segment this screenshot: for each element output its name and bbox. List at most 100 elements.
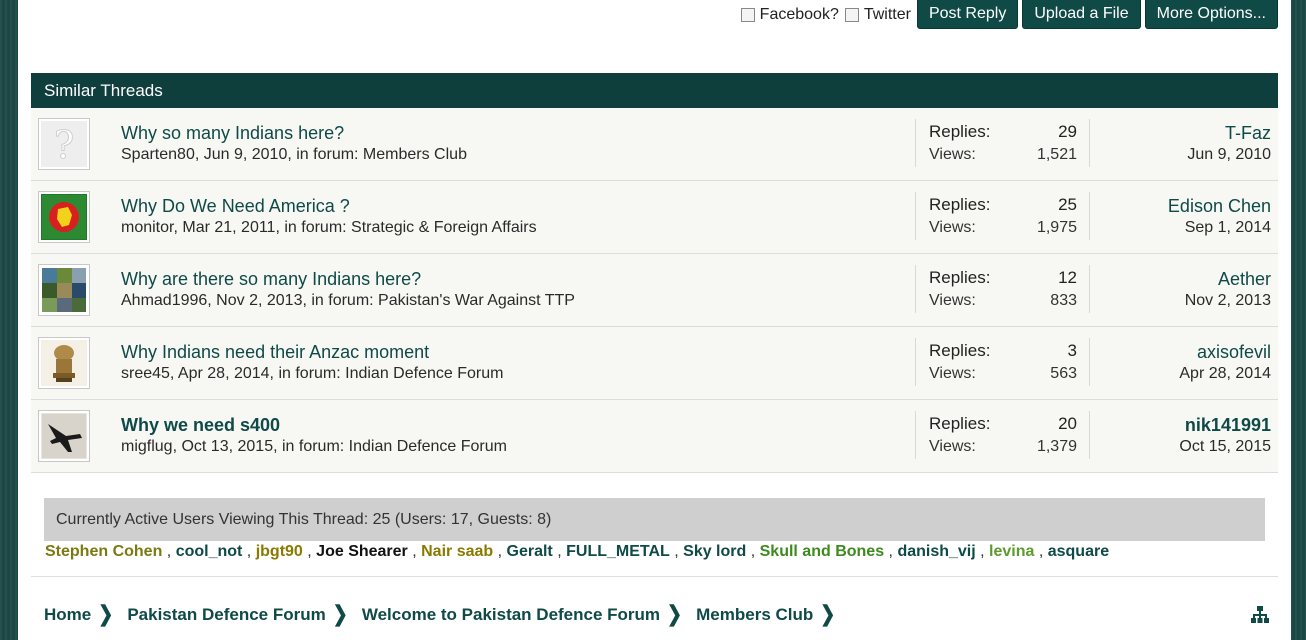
separator: , — [884, 543, 898, 560]
flag-icon — [42, 195, 86, 239]
thread-title-link[interactable]: Why Indians need their Anzac moment — [121, 342, 429, 363]
separator: , — [669, 543, 684, 560]
checkbox-box[interactable] — [740, 7, 755, 22]
views-count: 1,379 — [1036, 438, 1077, 455]
views-count: 833 — [1050, 292, 1077, 309]
separator: , — [302, 543, 317, 560]
views-label: Views: — [929, 365, 976, 382]
separator: , — [493, 543, 507, 560]
post-reply-button[interactable]: Post Reply — [916, 0, 1019, 29]
separator: , — [407, 543, 422, 560]
twitter-share-checkbox[interactable]: Twitter — [844, 6, 911, 24]
replies-count: 25 — [1058, 195, 1077, 214]
separator: , — [746, 543, 760, 560]
fighter-jet-icon — [42, 414, 86, 458]
collage-avatar[interactable] — [38, 264, 90, 316]
replies-count: 12 — [1058, 268, 1077, 287]
emblem-avatar[interactable] — [38, 337, 90, 389]
replies-label: Replies: — [929, 341, 991, 360]
last-post: axisofevil Apr 28, 2014 — [1179, 342, 1271, 383]
upload-file-button[interactable]: Upload a File — [1022, 0, 1141, 29]
more-options-button[interactable]: More Options... — [1144, 0, 1278, 29]
user-link[interactable]: Geralt — [507, 543, 553, 560]
last-post: Aether Nov 2, 2013 — [1185, 269, 1271, 310]
chevron-right-icon: ❯ — [820, 601, 836, 626]
checkbox-box[interactable] — [844, 7, 859, 22]
facebook-share-checkbox[interactable]: Facebook? — [740, 5, 839, 24]
thread-row: Why we need s400 migflug, Oct 13, 2015, … — [31, 400, 1278, 473]
last-post: T-Faz Jun 9, 2010 — [1187, 123, 1271, 164]
user-link[interactable]: Nair saab — [421, 543, 493, 560]
active-users-summary: Currently Active Users Viewing This Thre… — [44, 498, 1265, 541]
breadcrumb-members-club[interactable]: Members Club ❯ — [696, 601, 836, 626]
user-link[interactable]: FULL_METAL — [566, 543, 670, 560]
user-link[interactable]: jbgt90 — [256, 543, 303, 560]
last-post: nik141991 Oct 15, 2015 — [1179, 415, 1271, 456]
last-post-date[interactable]: Apr 28, 2014 — [1179, 365, 1271, 383]
user-link[interactable]: levina — [989, 543, 1034, 560]
thread-actions: Facebook? Twitter Post Reply Upload a Fi… — [740, 0, 1278, 29]
replies-label: Replies: — [929, 122, 991, 141]
user-link[interactable]: Stephen Cohen — [45, 543, 162, 560]
thread-meta: Ahmad1996, Nov 2, 2013, in forum: Pakist… — [121, 292, 575, 309]
chevron-right-icon: ❯ — [332, 601, 348, 626]
breadcrumb-label[interactable]: Home — [44, 605, 91, 625]
breadcrumb-welcome[interactable]: Welcome to Pakistan Defence Forum ❯ — [362, 602, 682, 626]
jet-avatar[interactable] — [38, 410, 90, 462]
separator: , — [975, 543, 990, 560]
facebook-label: Facebook? — [759, 5, 839, 23]
question-mark-icon: ? — [53, 123, 74, 167]
last-post: Edison Chen Sep 1, 2014 — [1168, 196, 1271, 237]
lion-emblem-icon — [53, 345, 75, 382]
thread-row: Why Do We Need America ? monitor, Mar 21… — [31, 181, 1278, 254]
chevron-right-icon: ❯ — [98, 601, 114, 626]
breadcrumb: Home ❯ Pakistan Defence Forum ❯ Welcome … — [44, 601, 849, 626]
thread-title-link[interactable]: Why so many Indians here? — [121, 123, 344, 144]
thread-stats: Replies: 12 Views: 833 — [915, 265, 1090, 313]
sitemap-icon[interactable] — [1251, 606, 1269, 624]
divider — [31, 576, 1278, 577]
thread-title-link[interactable]: Why Do We Need America ? — [121, 196, 350, 217]
last-post-user-link[interactable]: T-Faz — [1187, 123, 1271, 144]
last-post-user-link[interactable]: Edison Chen — [1168, 196, 1271, 217]
user-link[interactable]: Joe Shearer — [316, 543, 408, 560]
last-post-date[interactable]: Oct 15, 2015 — [1179, 438, 1271, 456]
collage-icon — [42, 268, 86, 312]
similar-threads-list: ? Why so many Indians here? Sparten80, J… — [31, 108, 1278, 473]
last-post-date[interactable]: Sep 1, 2014 — [1168, 219, 1271, 237]
views-count: 1,521 — [1036, 146, 1077, 163]
thread-title-link[interactable]: Why are there so many Indians here? — [121, 269, 421, 290]
user-link[interactable]: cool_not — [176, 543, 243, 560]
separator: , — [242, 543, 256, 560]
thread-meta: Sparten80, Jun 9, 2010, in forum: Member… — [121, 146, 467, 163]
last-post-date[interactable]: Jun 9, 2010 — [1187, 146, 1271, 164]
last-post-user-link[interactable]: nik141991 — [1179, 415, 1271, 436]
breadcrumb-label[interactable]: Pakistan Defence Forum — [127, 605, 325, 625]
breadcrumb-label[interactable]: Welcome to Pakistan Defence Forum — [362, 605, 660, 625]
thread-row: Why are there so many Indians here? Ahma… — [31, 254, 1278, 327]
breadcrumb-home[interactable]: Home ❯ — [44, 601, 114, 626]
thread-meta: monitor, Mar 21, 2011, in forum: Strateg… — [121, 219, 537, 236]
thread-title-link[interactable]: Why we need s400 — [121, 415, 280, 436]
breadcrumb-label[interactable]: Members Club — [696, 605, 813, 625]
views-count: 1,975 — [1036, 219, 1077, 236]
user-link[interactable]: Sky lord — [683, 543, 746, 560]
thread-meta: sree45, Apr 28, 2014, in forum: Indian D… — [121, 365, 504, 382]
user-link[interactable]: asquare — [1048, 543, 1109, 560]
user-link[interactable]: Skull and Bones — [760, 543, 884, 560]
placeholder-avatar[interactable]: ? — [38, 118, 90, 170]
last-post-user-link[interactable]: axisofevil — [1179, 342, 1271, 363]
breadcrumb-forum[interactable]: Pakistan Defence Forum ❯ — [127, 601, 348, 626]
replies-label: Replies: — [929, 268, 991, 287]
bangladesh-flag-avatar[interactable] — [38, 191, 90, 243]
replies-label: Replies: — [929, 195, 991, 214]
last-post-user-link[interactable]: Aether — [1185, 269, 1271, 290]
thread-stats: Replies: 29 Views: 1,521 — [915, 119, 1090, 167]
separator: , — [162, 543, 176, 560]
replies-count: 20 — [1058, 414, 1077, 433]
last-post-date[interactable]: Nov 2, 2013 — [1185, 292, 1271, 310]
views-count: 563 — [1050, 365, 1077, 382]
similar-threads-heading: Similar Threads — [31, 73, 1278, 108]
user-link[interactable]: danish_vij — [897, 543, 975, 560]
replies-label: Replies: — [929, 414, 991, 433]
